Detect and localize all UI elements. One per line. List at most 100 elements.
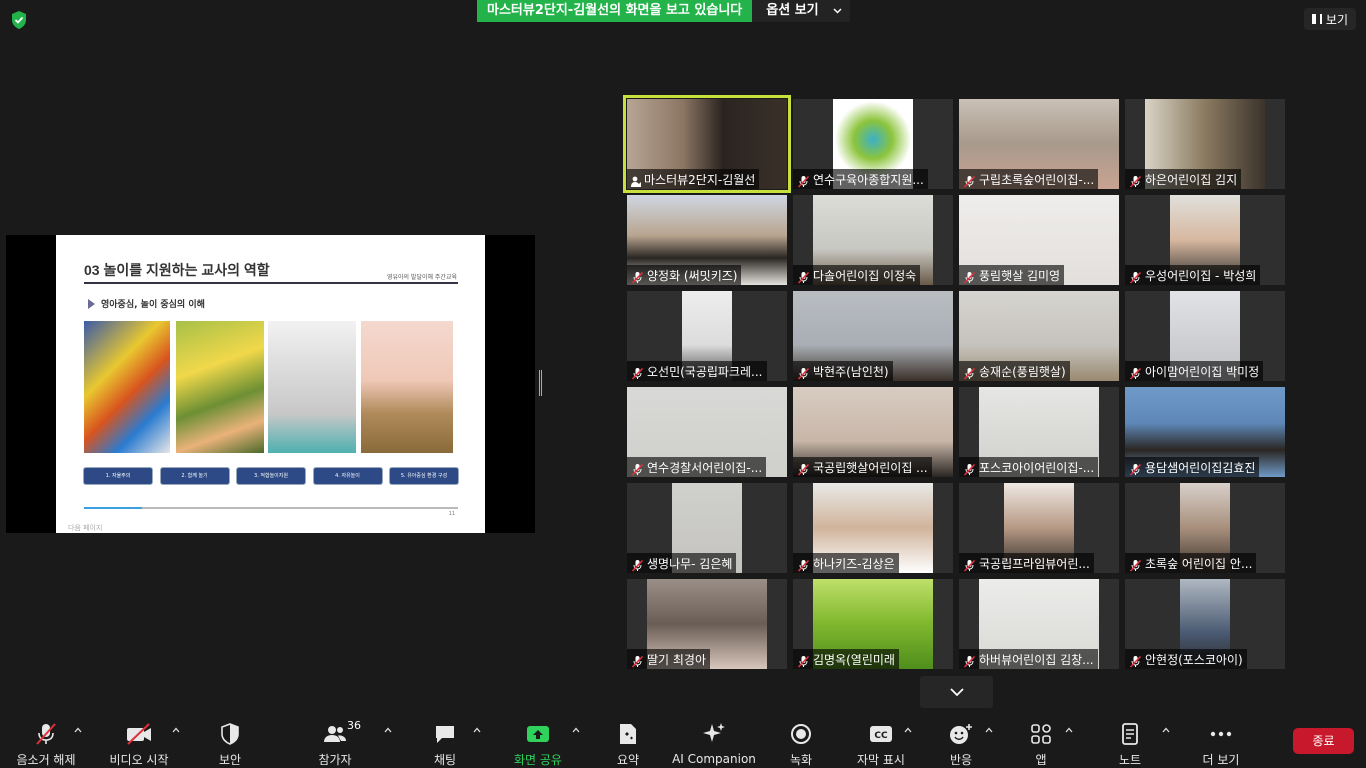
ai-companion-button[interactable]: AI Companion [672, 712, 756, 768]
muted-mic-icon [797, 269, 810, 284]
participant-tile[interactable]: 포스코아이어린이집-... [959, 387, 1119, 477]
participant-name-bar: 하은어린이집 김지 [1125, 169, 1242, 189]
participant-tile[interactable]: 양정화 (써밋키즈) [627, 195, 787, 285]
record-button[interactable]: 녹화 [778, 712, 824, 768]
apps-button[interactable]: 앱 [1024, 712, 1058, 768]
participant-tile[interactable]: 초록숲 어린이집 안... [1125, 483, 1285, 573]
summary-label: 요약 [616, 753, 640, 767]
slide-photo-4 [361, 321, 453, 453]
participant-tile[interactable]: 오선민(국공립파크레... [627, 291, 787, 381]
muted-mic-icon [631, 557, 644, 572]
participant-name: 마스터뷰2단지-김월선 [644, 172, 756, 187]
participant-name: 풍림햇살 김미영 [979, 268, 1061, 283]
participants-options-caret-icon[interactable] [384, 726, 392, 734]
participant-tile[interactable]: 연수경찰서어린이집-... [627, 387, 787, 477]
gallery-next-page-button[interactable] [920, 676, 993, 708]
slide-photo-3 [268, 321, 356, 453]
notes-icon [1121, 720, 1139, 747]
participant-tile[interactable]: 풍림햇살 김미영 [959, 195, 1119, 285]
participant-tile[interactable]: 연수구육아종합지원... [793, 99, 953, 189]
participant-name-bar: 마스터뷰2단지-김월선 [627, 169, 760, 189]
participant-name-bar: 연수구육아종합지원... [793, 169, 928, 189]
participants-button[interactable]: 36 참가자 [310, 712, 361, 768]
view-layout-button[interactable]: 보기 [1303, 8, 1356, 30]
share-screen-icon [526, 720, 550, 747]
ai-companion-label: AI Companion [672, 752, 756, 766]
video-off-icon [125, 720, 153, 747]
more-dots-icon [1209, 720, 1233, 747]
participant-tile[interactable]: 하나키즈-김상은 [793, 483, 953, 573]
end-meeting-button[interactable]: 종료 [1293, 728, 1354, 754]
reactions-options-caret-icon[interactable] [985, 726, 993, 734]
captions-button[interactable]: CC 자막 표시 [852, 712, 910, 768]
participant-tile[interactable]: 다솔어린이집 이정숙 [793, 195, 953, 285]
shield-icon [220, 720, 240, 747]
chat-options-caret-icon[interactable] [473, 726, 481, 734]
participant-name: 송재순(풍림햇살) [979, 364, 1066, 379]
participant-name-bar: 우성어린이집 - 박성희 [1125, 265, 1261, 285]
participant-name-bar: 양정화 (써밋키즈) [627, 265, 742, 285]
bullet-arrow-icon [88, 298, 95, 309]
muted-mic-icon [797, 461, 810, 476]
slide-heading-text: 영아중심, 놀이 중심의 이해 [101, 300, 205, 310]
participants-label: 참가자 [318, 753, 352, 767]
participant-tile[interactable]: 하은어린이집 김지 [1125, 99, 1285, 189]
slide-photo-1 [84, 321, 170, 453]
share-options-caret-icon[interactable] [572, 726, 580, 734]
audio-options-caret-icon[interactable] [74, 726, 82, 734]
participant-name: 연수경찰서어린이집-... [647, 460, 763, 475]
summary-button[interactable]: 요약 [604, 712, 652, 768]
apps-options-caret-icon[interactable] [1065, 726, 1073, 734]
muted-mic-icon [963, 653, 976, 668]
reactions-button[interactable]: 반응 [938, 712, 984, 768]
encryption-shield-icon[interactable] [10, 10, 28, 30]
split-view-handle[interactable] [539, 370, 542, 396]
participant-name: 우성어린이집 - 박성희 [1145, 268, 1257, 283]
notes-button[interactable]: 노트 [1110, 712, 1150, 768]
participant-tile[interactable]: 하버뷰어린이집 김창... [959, 579, 1119, 669]
participant-tile[interactable]: 아이맘어린이집 박미정 [1125, 291, 1285, 381]
more-button[interactable]: 더 보기 [1196, 712, 1246, 768]
slide-tag-row: 1. 자율주의 2. 함께 놀기 3. 적합놀이지원 4. 자유놀이 5. 유아… [84, 468, 458, 484]
reactions-label: 반응 [949, 753, 973, 767]
share-banner-text: 마스터뷰2단지-김월선의 화면을 보고 있습니다 [477, 0, 753, 22]
participant-tile-active-speaker[interactable]: 마스터뷰2단지-김월선 [623, 95, 791, 193]
participant-name-bar: 안현정(포스코아이) [1125, 649, 1247, 669]
participant-tile[interactable]: 구립초록숲어린이집-... [959, 99, 1119, 189]
start-video-button[interactable]: 비디오 시작 [104, 712, 174, 768]
captions-options-caret-icon[interactable] [904, 726, 912, 734]
participant-tile[interactable]: 딸기 최경아 [627, 579, 787, 669]
participant-name-bar: 연수경찰서어린이집-... [627, 457, 767, 477]
participant-tile[interactable]: 김명옥(열린미래 [793, 579, 953, 669]
shared-screen[interactable]: 03 놀이를 지원하는 교사의 역할 영유아의 발달이해 주간교육 영아중심, … [6, 235, 535, 533]
participant-name-bar: 생명나무- 김은혜 [627, 553, 737, 573]
chat-button[interactable]: 채팅 [420, 712, 470, 768]
muted-mic-icon [1129, 269, 1142, 284]
apps-label: 앱 [1035, 753, 1047, 767]
participant-tile[interactable]: 송재순(풍림햇살) [959, 291, 1119, 381]
security-button[interactable]: 보안 [205, 712, 255, 768]
participant-name: 박현주(남인천) [813, 364, 889, 379]
slide-tag: 4. 자유놀이 [313, 468, 382, 484]
sparkle-icon [701, 720, 727, 748]
participant-name: 안현정(포스코아이) [1145, 652, 1243, 667]
chat-bubble-icon [434, 720, 456, 747]
participant-tile[interactable]: 용담샘어린이집김효진 [1125, 387, 1285, 477]
view-options-button[interactable]: 옵션 보기 [752, 0, 850, 22]
video-options-caret-icon[interactable] [172, 726, 180, 734]
unmute-button[interactable]: 음소거 해제 [12, 712, 80, 768]
chevron-down-icon [949, 687, 964, 696]
participant-name: 구립초록숲어린이집-... [979, 172, 1095, 187]
muted-mic-icon [631, 365, 644, 380]
notes-options-caret-icon[interactable] [1162, 726, 1170, 734]
participant-tile[interactable]: 안현정(포스코아이) [1125, 579, 1285, 669]
participant-name-bar: 하버뷰어린이집 김창... [959, 649, 1098, 669]
share-screen-button[interactable]: 화면 공유 [508, 712, 568, 768]
participant-tile[interactable]: 국공립프라임뷰어린... [959, 483, 1119, 573]
participant-tile[interactable]: 생명나무- 김은혜 [627, 483, 787, 573]
participant-tile[interactable]: 우성어린이집 - 박성희 [1125, 195, 1285, 285]
captions-icon-text: CC [874, 731, 888, 741]
participant-tile[interactable]: 국공립햇살어린이집 ... [793, 387, 953, 477]
participant-tile[interactable]: 박현주(남인천) [793, 291, 953, 381]
participant-name-bar: 김명옥(열린미래 [793, 649, 899, 669]
